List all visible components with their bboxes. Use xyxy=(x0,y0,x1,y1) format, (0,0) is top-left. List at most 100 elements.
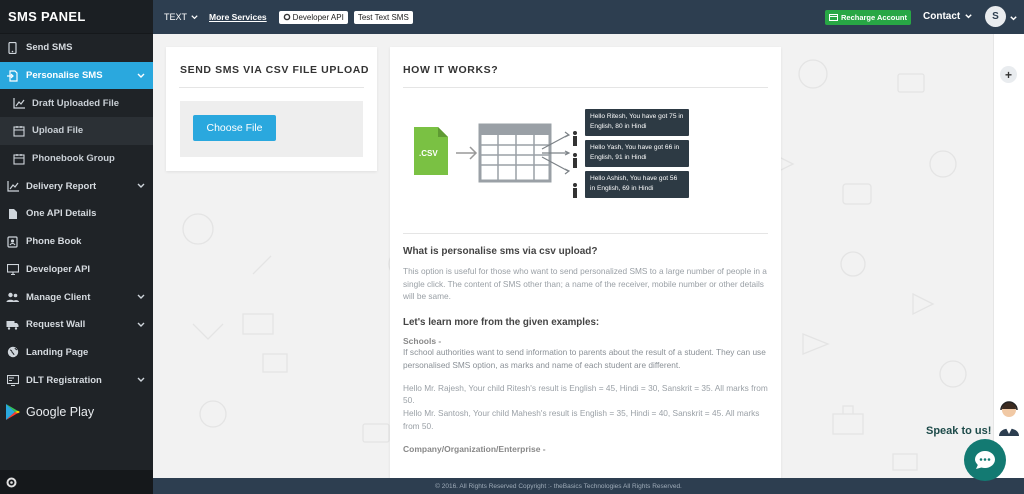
example-message: Hello Mr. Santosh, Your child Mahesh's r… xyxy=(403,407,760,431)
calendar-icon xyxy=(12,153,25,165)
developer-api-button[interactable]: Developer API xyxy=(278,10,348,24)
main-content: SEND SMS VIA CSV FILE UPLOAD Choose File… xyxy=(153,34,993,478)
mobile-icon xyxy=(6,41,19,54)
how-it-works-title: HOW IT WORKS? xyxy=(403,64,499,76)
avatar[interactable]: S xyxy=(985,6,1006,27)
sidebar-item-label: Upload File xyxy=(32,125,84,137)
sidebar-item-phonebook-group[interactable]: Phonebook Group xyxy=(0,145,153,173)
calendar-icon xyxy=(12,125,25,137)
sidebar-item-label: Draft Uploaded File xyxy=(32,97,120,109)
sidebar-item-developer-api[interactable]: Developer API xyxy=(0,256,153,284)
sidebar-item-draft-uploaded-file[interactable]: Draft Uploaded File xyxy=(0,89,153,117)
brand-title[interactable]: SMS PANEL xyxy=(0,0,153,34)
footer: © 2016. All Rights Reserved Copyright :-… xyxy=(153,478,1024,494)
settings-icon[interactable] xyxy=(6,477,17,488)
globe-icon xyxy=(6,346,19,358)
chevron-down-icon xyxy=(137,73,145,78)
chat-button[interactable] xyxy=(964,439,1006,481)
how-it-works-body: What is personalise sms via csv upload? … xyxy=(403,246,768,454)
chat-icon xyxy=(975,451,995,469)
faq-question: What is personalise sms via csv upload? xyxy=(403,246,598,257)
register-icon xyxy=(6,374,19,386)
sidebar: SMS PANEL Send SMS Personalise SMS Draft… xyxy=(0,0,153,494)
how-it-works-card: HOW IT WORKS? .CSV Hello Ritesh, You hav… xyxy=(390,47,781,478)
chevron-down-icon xyxy=(137,183,145,189)
chevron-down-icon xyxy=(965,14,972,19)
chevron-down-icon[interactable] xyxy=(1009,14,1018,23)
sidebar-item-label: Delivery Report xyxy=(26,180,97,192)
how-it-works-diagram: .CSV Hello Ritesh, You have got 75 in En… xyxy=(410,109,700,204)
sidebar-item-manage-client[interactable]: Manage Client xyxy=(0,283,153,311)
sidebar-item-phone-book[interactable]: Phone Book xyxy=(0,228,153,256)
monitor-icon xyxy=(6,263,19,275)
users-icon xyxy=(6,291,19,303)
divider xyxy=(403,233,768,234)
credit-card-icon xyxy=(829,14,838,21)
recharge-label: Recharge Account xyxy=(841,13,907,22)
file-icon xyxy=(6,208,19,220)
text-dropdown-label: TEXT xyxy=(164,12,188,22)
sidebar-item-label: Send SMS xyxy=(26,42,73,54)
google-play-link[interactable]: Google Play xyxy=(0,398,153,426)
sidebar-item-delivery-report[interactable]: Delivery Report xyxy=(0,172,153,200)
gear-icon xyxy=(283,13,290,21)
contact-label: Contact xyxy=(923,11,961,22)
upload-card-title: SEND SMS VIA CSV FILE UPLOAD xyxy=(180,64,370,76)
sidebar-item-landing-page[interactable]: Landing Page xyxy=(0,339,153,367)
sidebar-item-label: Landing Page xyxy=(26,346,89,358)
truck-icon xyxy=(6,319,19,331)
sidebar-item-upload-file[interactable]: Upload File xyxy=(0,117,153,145)
file-import-icon xyxy=(6,69,19,82)
more-services-link[interactable]: More Services xyxy=(209,12,267,22)
message-bubble: Hello Yash, You have got 66 in English, … xyxy=(585,140,689,167)
plus-icon[interactable]: + xyxy=(1000,66,1017,83)
google-play-icon xyxy=(6,403,20,420)
chevron-down-icon xyxy=(137,294,145,300)
sidebar-item-label: Request Wall xyxy=(26,319,86,331)
sidebar-item-label: Phone Book xyxy=(26,236,82,248)
sidebar-item-label: DLT Registration xyxy=(26,374,102,386)
sidebar-item-send-sms[interactable]: Send SMS xyxy=(0,34,153,62)
sidebar-item-request-wall[interactable]: Request Wall xyxy=(0,311,153,339)
upload-card: SEND SMS VIA CSV FILE UPLOAD Choose File xyxy=(166,47,377,171)
recharge-account-button[interactable]: Recharge Account xyxy=(825,10,911,25)
choose-file-button[interactable]: Choose File xyxy=(193,115,276,141)
message-bubble: Hello Ashish, You have got 56 in English… xyxy=(585,171,689,198)
test-text-sms-label: Test Text SMS xyxy=(357,12,409,22)
divider xyxy=(403,87,768,88)
message-bubble: Hello Ritesh, You have got 75 in English… xyxy=(585,109,689,136)
sidebar-nav: Send SMS Personalise SMS Draft Uploaded … xyxy=(0,34,153,394)
schools-label: Schools - xyxy=(403,336,442,347)
sidebar-item-dlt-registration[interactable]: DLT Registration xyxy=(0,366,153,394)
sidebar-item-label: One API Details xyxy=(26,208,97,220)
chart-line-icon xyxy=(6,180,19,192)
sidebar-item-one-api-details[interactable]: One API Details xyxy=(0,200,153,228)
csv-label: .CSV xyxy=(419,149,438,158)
topbar: TEXT More Services Developer API Test Te… xyxy=(153,0,1024,34)
sidebar-footer xyxy=(0,470,153,494)
company-label: Company/Organization/Enterprise - xyxy=(403,444,546,455)
sidebar-item-label: Personalise SMS xyxy=(26,70,103,82)
examples-heading: Let's learn more from the given examples… xyxy=(403,317,600,329)
chart-line-icon xyxy=(12,97,25,109)
divider xyxy=(179,87,364,88)
chevron-down-icon xyxy=(191,14,198,19)
chevron-down-icon xyxy=(137,322,145,327)
google-play-label: Google Play xyxy=(26,404,95,419)
sidebar-item-label: Manage Client xyxy=(26,291,91,303)
support-agent-icon[interactable] xyxy=(996,400,1022,438)
file-upload-area: Choose File xyxy=(180,101,363,157)
test-text-sms-button[interactable]: Test Text SMS xyxy=(353,10,413,24)
text-dropdown[interactable]: TEXT xyxy=(164,12,199,22)
schools-text: If school authorities want to send infor… xyxy=(403,347,766,370)
developer-api-label: Developer API xyxy=(292,12,344,22)
faq-answer: This option is useful for those who want… xyxy=(403,266,767,302)
chevron-down-icon xyxy=(137,377,145,383)
example-message: Hello Mr. Rajesh, Your child Ritesh's re… xyxy=(403,382,768,406)
sidebar-item-label: Phonebook Group xyxy=(32,153,115,165)
sidebar-item-personalise-sms[interactable]: Personalise SMS xyxy=(0,61,153,90)
sidebar-item-label: Developer API xyxy=(26,263,91,275)
contact-menu[interactable]: Contact xyxy=(923,11,973,22)
contact-book-icon xyxy=(6,236,19,248)
speak-to-us-label[interactable]: Speak to us! xyxy=(926,425,991,437)
